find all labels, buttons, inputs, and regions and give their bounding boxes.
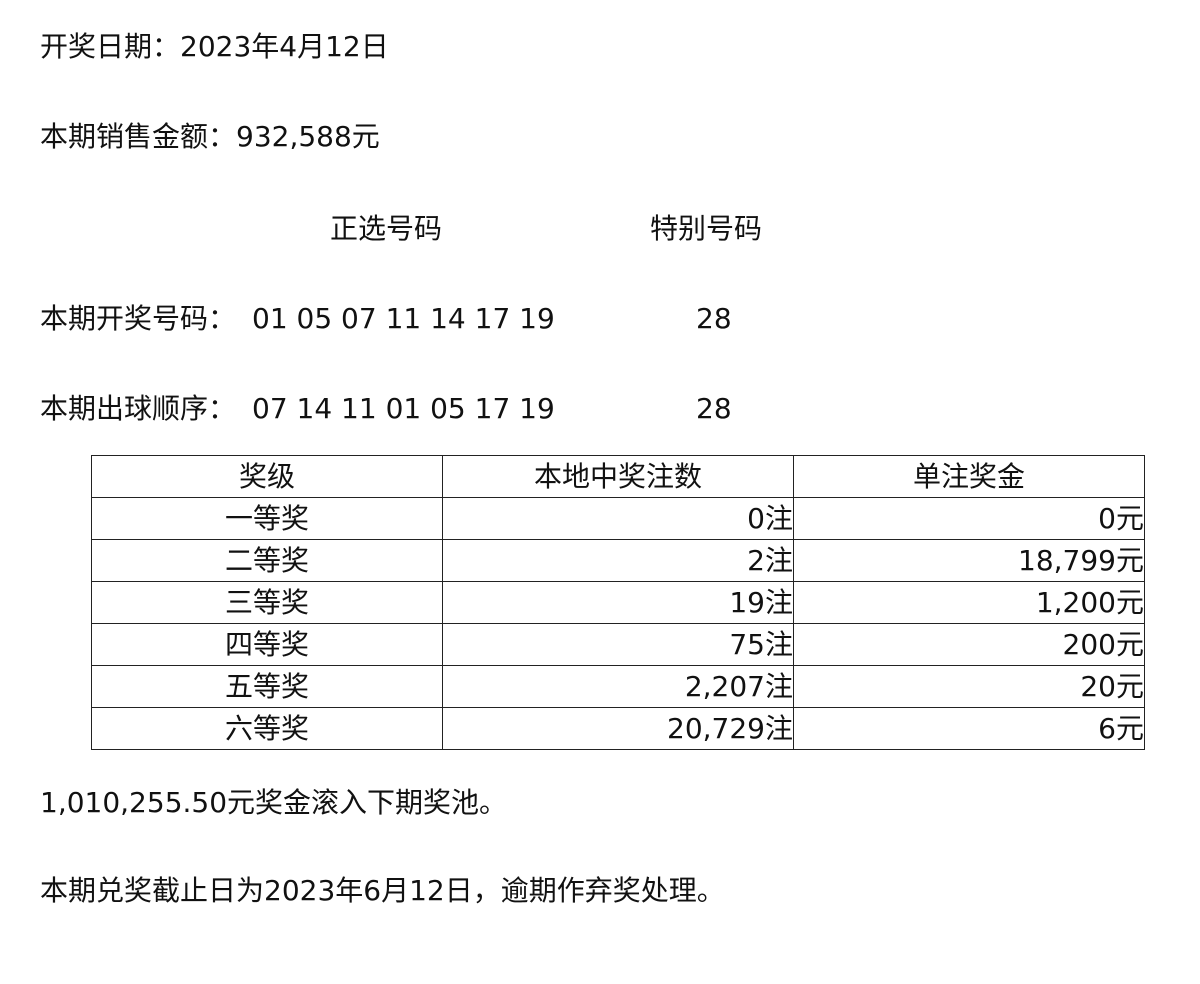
- special-number-header: 特别号码: [650, 212, 763, 245]
- prize-table: 奖级 本地中奖注数 单注奖金 一等奖 0注 0元 二等奖 2注 18,799元 …: [91, 455, 1145, 750]
- winner-count: 75注: [442, 623, 794, 666]
- prize-table-header-row: 奖级 本地中奖注数 单注奖金: [91, 455, 1145, 498]
- draw-order-label: 本期出球顺序：: [40, 392, 237, 425]
- table-row: 六等奖 20,729注 6元: [91, 707, 1145, 750]
- draw-date: 开奖日期：2023年4月12日: [40, 30, 389, 63]
- prize-amount: 18,799元: [793, 539, 1145, 582]
- prize-level: 五等奖: [91, 665, 443, 708]
- prize-amount: 20元: [793, 665, 1145, 708]
- table-row: 三等奖 19注 1,200元: [91, 581, 1145, 624]
- prize-level: 二等奖: [91, 539, 443, 582]
- winning-numbers-special: 28: [696, 302, 732, 335]
- redemption-deadline: 本期兑奖截止日为2023年6月12日，逾期作弃奖处理。: [40, 874, 725, 907]
- winner-count: 19注: [442, 581, 794, 624]
- main-numbers-header: 正选号码: [330, 212, 443, 245]
- rollover-note: 1,010,255.50元奖金滚入下期奖池。: [40, 786, 508, 819]
- prize-level: 六等奖: [91, 707, 443, 750]
- winning-numbers-main: 01 05 07 11 14 17 19: [252, 302, 555, 335]
- header-prize-amount: 单注奖金: [793, 455, 1145, 498]
- draw-order-special: 28: [696, 392, 732, 425]
- winning-numbers-label: 本期开奖号码：: [40, 302, 237, 335]
- winner-count: 2注: [442, 539, 794, 582]
- table-row: 四等奖 75注 200元: [91, 623, 1145, 666]
- prize-amount: 200元: [793, 623, 1145, 666]
- header-prize-level: 奖级: [91, 455, 443, 498]
- table-row: 五等奖 2,207注 20元: [91, 665, 1145, 708]
- table-row: 一等奖 0注 0元: [91, 497, 1145, 540]
- table-row: 二等奖 2注 18,799元: [91, 539, 1145, 582]
- header-winner-count: 本地中奖注数: [442, 455, 794, 498]
- prize-amount: 1,200元: [793, 581, 1145, 624]
- winner-count: 2,207注: [442, 665, 794, 708]
- winner-count: 0注: [442, 497, 794, 540]
- prize-amount: 6元: [793, 707, 1145, 750]
- sales-amount: 本期销售金额：932,588元: [40, 120, 380, 153]
- prize-level: 三等奖: [91, 581, 443, 624]
- prize-amount: 0元: [793, 497, 1145, 540]
- prize-level: 四等奖: [91, 623, 443, 666]
- prize-level: 一等奖: [91, 497, 443, 540]
- winner-count: 20,729注: [442, 707, 794, 750]
- draw-order-main: 07 14 11 01 05 17 19: [252, 392, 555, 425]
